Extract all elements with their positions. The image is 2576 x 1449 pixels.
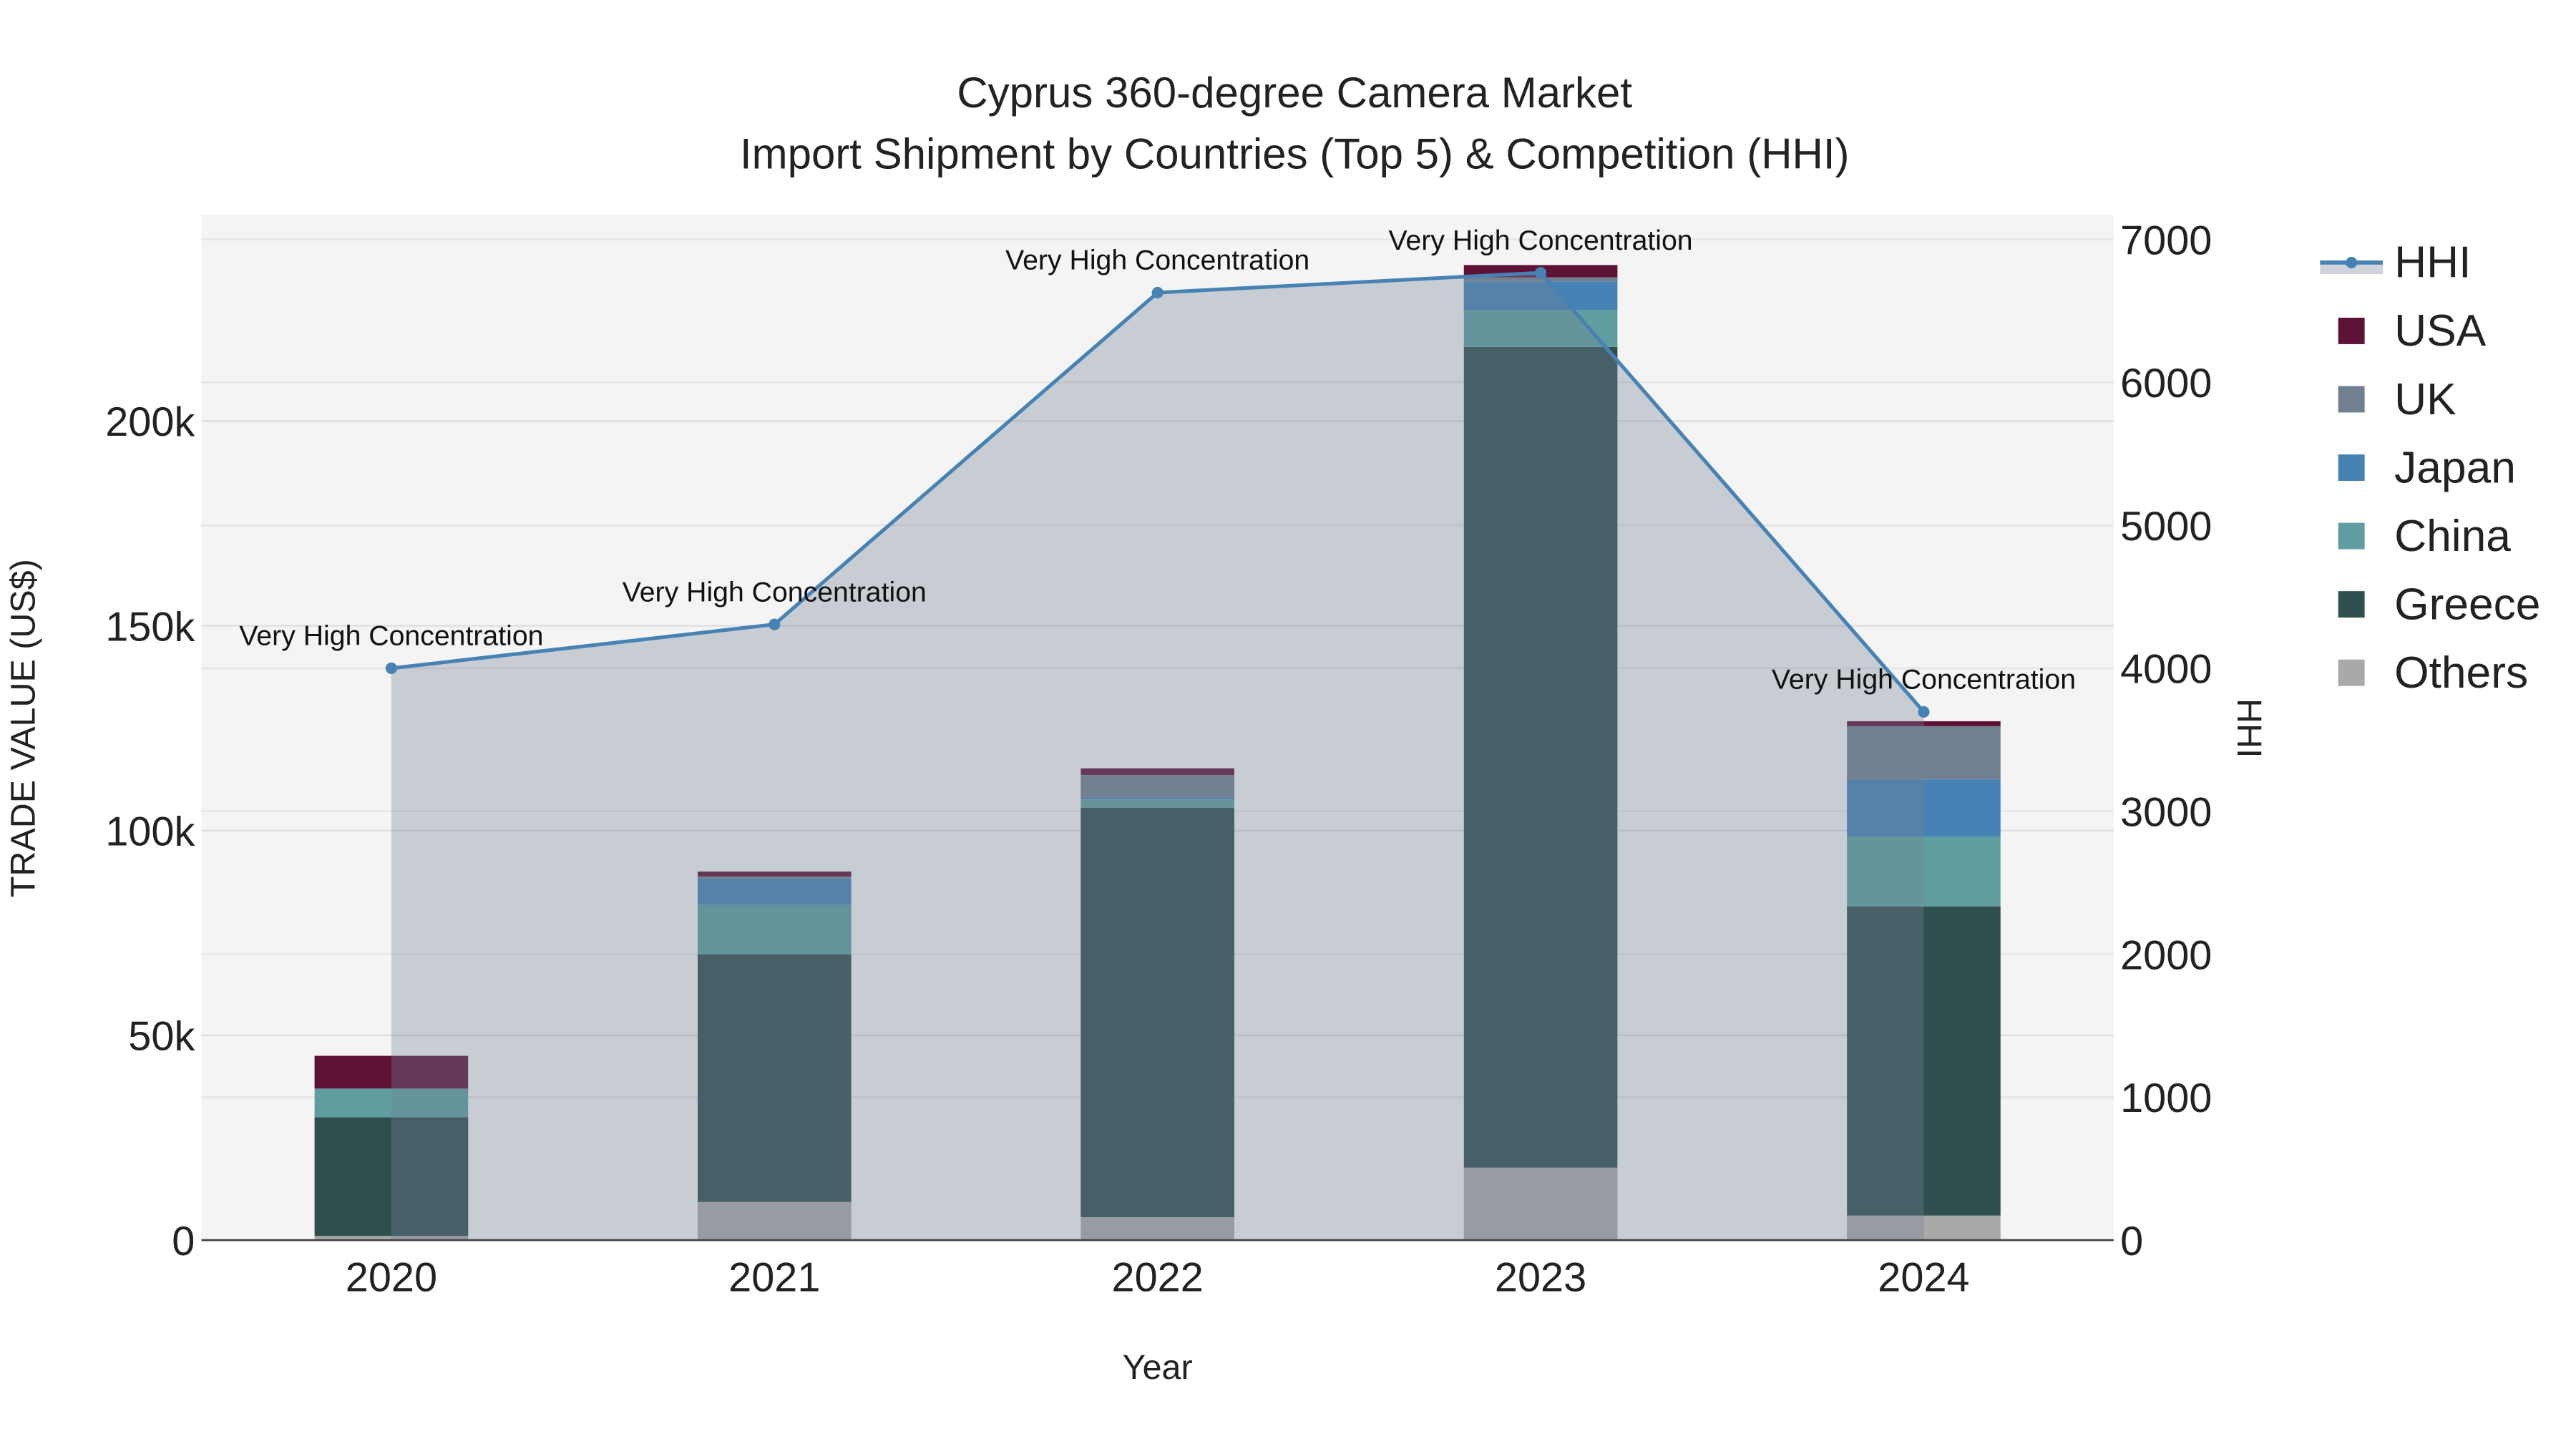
hhi-annotation: Very High Concentration <box>623 576 927 608</box>
legend-swatch-others <box>2338 659 2365 686</box>
legend-label: USA <box>2394 306 2487 356</box>
y-axis-title: TRADE VALUE (US$) <box>4 559 42 897</box>
hhi-point <box>1151 286 1163 299</box>
legend-label: Others <box>2394 648 2528 698</box>
x-tick-label: 2020 <box>346 1255 437 1301</box>
legend-swatch-japan <box>2338 454 2365 481</box>
legend-marker-hhi <box>2346 256 2358 268</box>
x-tick-label: 2021 <box>728 1255 820 1301</box>
x-tick-label: 2024 <box>1878 1255 1969 1301</box>
y-tick-label: 150k <box>105 604 195 650</box>
legend-swatch-uk <box>2338 386 2365 413</box>
legend-label: Japan <box>2394 443 2516 492</box>
y2-axis-title: HHI <box>2230 698 2268 758</box>
legend-swatch-greece <box>2338 591 2365 618</box>
y2-tick-label: 5000 <box>2120 504 2212 550</box>
y2-tick-label: 0 <box>2120 1219 2143 1264</box>
legend-label: UK <box>2394 375 2457 424</box>
hhi-point <box>769 618 781 630</box>
hhi-annotation: Very High Concentration <box>1005 245 1309 276</box>
x-tick-label: 2022 <box>1112 1255 1204 1301</box>
y2-tick-label: 2000 <box>2120 932 2212 978</box>
hhi-point <box>1918 706 1930 718</box>
hhi-annotation: Very High Concentration <box>239 620 543 652</box>
legend-swatch-usa <box>2338 318 2365 344</box>
legend-swatch-china <box>2338 522 2365 550</box>
hhi-point <box>1535 267 1547 279</box>
legend-label: HHI <box>2394 238 2471 288</box>
chart: Very High Concentration Very High Concent… <box>4 69 2540 1387</box>
x-tick-label: 2023 <box>1495 1255 1586 1301</box>
x-axis-title: Year <box>1123 1348 1193 1387</box>
chart-title: Cyprus 360-degree Camera Market <box>957 69 1632 117</box>
y2-tick-label: 6000 <box>2120 361 2212 406</box>
y-tick-label: 100k <box>105 809 195 855</box>
y2-tick-label: 4000 <box>2120 647 2212 693</box>
y2-tick-label: 1000 <box>2120 1075 2212 1121</box>
y-tick-label: 0 <box>172 1219 195 1264</box>
hhi-annotation: Very High Concentration <box>1772 664 2076 696</box>
hhi-annotation: Very High Concentration <box>1389 225 1693 256</box>
legend: HHI USA UK Japan China Greece Others <box>2320 238 2540 698</box>
hhi-point <box>385 662 397 675</box>
y2-tick-label: 7000 <box>2120 218 2212 263</box>
y-tick-label: 200k <box>105 399 195 445</box>
chart-subtitle: Import Shipment by Countries (Top 5) & C… <box>740 130 1850 177</box>
y2-tick-label: 3000 <box>2120 790 2212 836</box>
y-tick-label: 50k <box>128 1014 195 1060</box>
legend-label: Greece <box>2394 580 2540 629</box>
legend-label: China <box>2394 512 2511 561</box>
